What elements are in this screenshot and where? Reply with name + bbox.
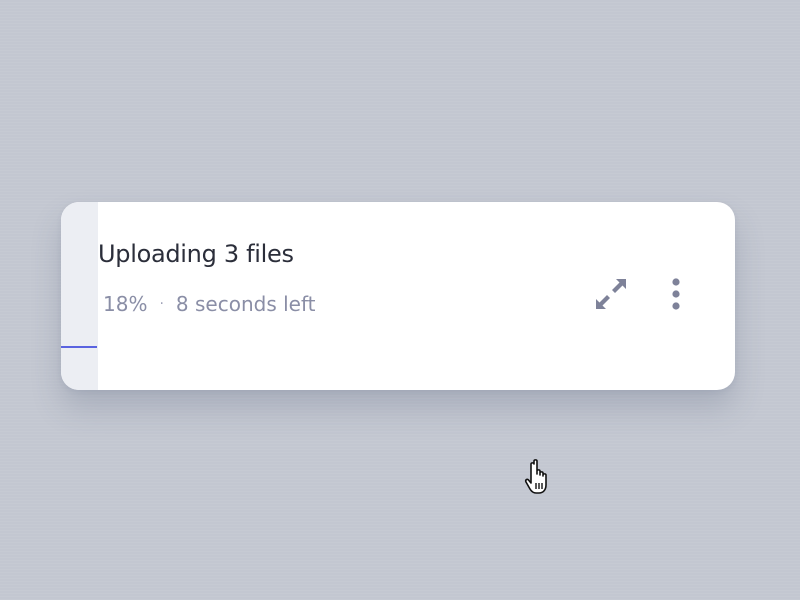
more-options-button[interactable] [662, 274, 690, 314]
upload-meta: 18% · 8 seconds left [103, 292, 316, 316]
desktop-background: Uploading 3 files 18% · 8 seconds left [0, 0, 800, 600]
hand-pointer-cursor-icon [522, 458, 558, 498]
upload-title: Uploading 3 files [98, 240, 294, 268]
expand-arrows-icon [596, 279, 626, 309]
meta-separator: · [159, 296, 164, 312]
upload-percent: 18% [103, 292, 148, 316]
card-left-strip [61, 202, 98, 390]
upload-time-left: 8 seconds left [175, 292, 316, 316]
vertical-ellipsis-icon [672, 278, 680, 310]
upload-progress-bar [61, 346, 97, 348]
upload-status-card: Uploading 3 files 18% · 8 seconds left [61, 202, 735, 390]
expand-button[interactable] [590, 273, 632, 315]
